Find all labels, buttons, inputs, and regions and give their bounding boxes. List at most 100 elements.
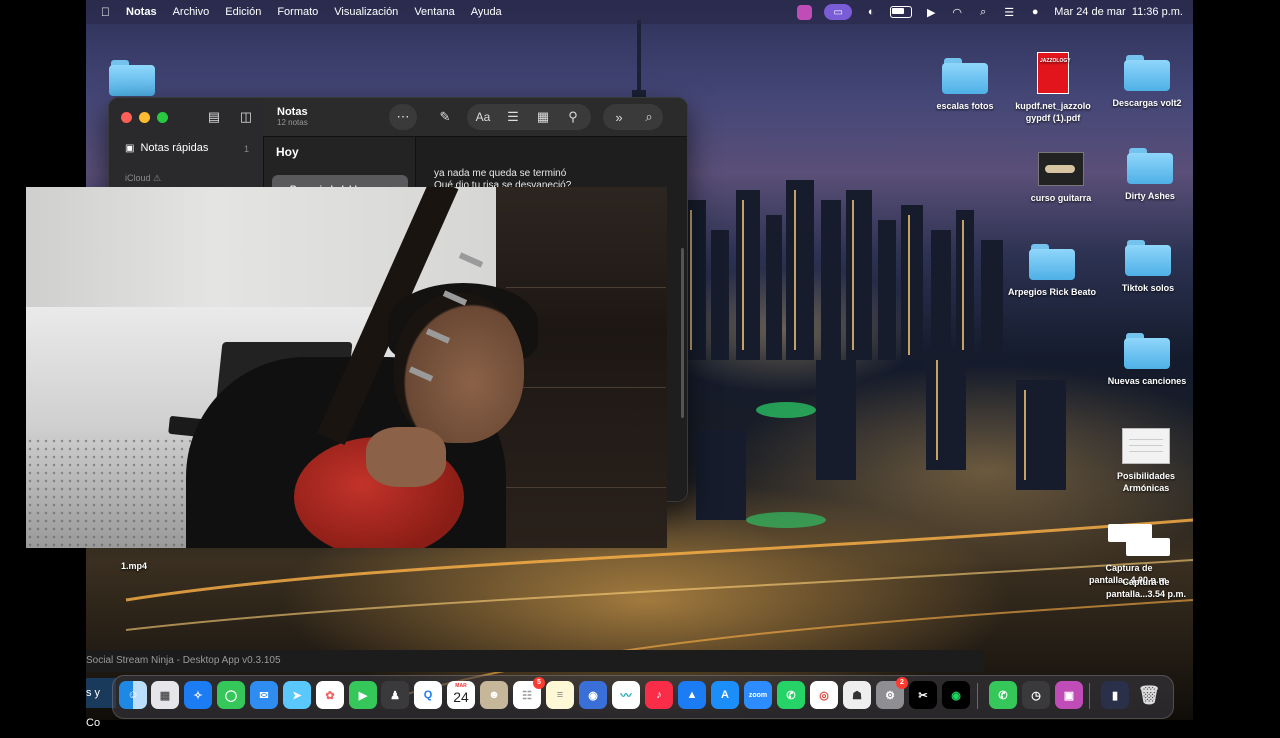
- dock-capcut[interactable]: ✂: [909, 681, 937, 709]
- desktop-item-mp4-label[interactable]: 1.mp4: [121, 561, 147, 571]
- chevrons-right-icon[interactable]: »: [609, 107, 629, 127]
- safari-compass-icon: ✧: [193, 689, 203, 702]
- dock-trash[interactable]: 🗑: [1135, 681, 1163, 709]
- dock-app-disk[interactable]: ◉: [579, 681, 607, 709]
- sidebar-toggle-icon[interactable]: ◫: [236, 107, 256, 127]
- icloud-label: iCloud: [125, 173, 151, 183]
- folder-icon: [1029, 244, 1075, 280]
- menu-visualizacion[interactable]: Visualización: [334, 6, 398, 18]
- dock-reminders[interactable]: ☷ 5: [513, 677, 545, 709]
- spotlight-search-icon[interactable]: ⌕: [976, 5, 990, 19]
- dock-safari[interactable]: ✧: [184, 681, 212, 709]
- desktop-item-curso-guitarra[interactable]: curso guitarra: [1016, 152, 1106, 204]
- desktop-item-label: Dirty Ashes: [1125, 191, 1175, 201]
- dock-screen-recorder[interactable]: ◷: [1022, 681, 1050, 709]
- dock-app-q[interactable]: Q: [414, 681, 442, 709]
- attachment-icon[interactable]: ⚲: [563, 107, 583, 127]
- dock-chrome[interactable]: ◎: [810, 681, 838, 709]
- desktop-item-label: Captura de pantalla...3.54 p.m.: [1105, 577, 1187, 599]
- desktop-item-dirty-ashes[interactable]: Dirty Ashes: [1105, 148, 1195, 202]
- dock-separator: [977, 683, 978, 709]
- desktop-item-kupdf[interactable]: JAZZOLOGY kupdf.net_jazzolo gypdf (1).pd…: [1008, 52, 1098, 124]
- sidebar-item-quick-notes[interactable]: ▣ Notas rápidas: [125, 142, 208, 154]
- dock-messages[interactable]: ◯: [217, 681, 245, 709]
- dock-finder[interactable]: ☺: [119, 681, 147, 709]
- spotify-icon: ◉: [951, 689, 961, 702]
- new-folder-icon[interactable]: ▤: [204, 107, 224, 127]
- wifi-icon[interactable]: ◠: [950, 5, 964, 19]
- desktop-item-label: escalas fotos: [936, 101, 994, 111]
- dock-system-settings[interactable]: ⚙ 2: [876, 677, 908, 709]
- menu-ayuda[interactable]: Ayuda: [471, 6, 502, 18]
- chrome-icon: ◎: [819, 689, 829, 702]
- folder-icon: [1124, 55, 1170, 91]
- desktop-item-posibilidades[interactable]: Posibilidades Armónicas: [1101, 428, 1191, 494]
- video-thumbnail-icon: [1038, 152, 1084, 186]
- control-center-icon[interactable]: ☰: [1002, 5, 1016, 19]
- dock-keynote[interactable]: ▲: [678, 681, 706, 709]
- dock-photos[interactable]: ✿: [316, 681, 344, 709]
- desktop-folder-partial[interactable]: [86, 60, 178, 102]
- menu-ventana[interactable]: Ventana: [414, 6, 454, 18]
- text-format-icon[interactable]: Aa: [473, 107, 493, 127]
- dock-freeform[interactable]: 〰: [612, 681, 640, 709]
- dock-notes[interactable]: ≡: [546, 681, 574, 709]
- apple-icon[interactable]: : [101, 5, 110, 19]
- search-icon[interactable]: ⌕: [639, 107, 659, 127]
- more-options-icon[interactable]: ⋯: [393, 107, 413, 127]
- play-icon[interactable]: ▶: [924, 5, 938, 19]
- screenshot-thumbnail-icon: [1126, 538, 1170, 556]
- desktop-item-escalas-fotos[interactable]: escalas fotos: [920, 58, 1010, 112]
- robot-icon: ☗: [852, 689, 862, 702]
- dock-phone[interactable]: ✆: [989, 681, 1017, 709]
- battery-icon[interactable]: [890, 6, 913, 18]
- menu-bar:  Notas Archivo Edición Formato Visualiz…: [86, 0, 1193, 24]
- dock-app-alien[interactable]: ♟: [381, 681, 409, 709]
- desktop-item-tiktok[interactable]: Tiktok solos: [1103, 240, 1193, 294]
- desktop-item-descargas[interactable]: Descargas volt2: [1102, 55, 1192, 109]
- dock-app-robot[interactable]: ☗: [843, 681, 871, 709]
- dock-maps[interactable]: ➤: [283, 681, 311, 709]
- zoom-button[interactable]: [157, 112, 168, 123]
- compose-icon[interactable]: ✎: [435, 107, 455, 127]
- dock-zoom[interactable]: zoom: [744, 681, 772, 709]
- menu-app-name[interactable]: Notas: [126, 6, 157, 18]
- menu-archivo[interactable]: Archivo: [173, 6, 210, 18]
- folder-icon: [109, 60, 155, 96]
- dock-calendar[interactable]: MAR 24: [447, 681, 475, 709]
- dock-spotify[interactable]: ◉: [942, 681, 970, 709]
- app-title-bar[interactable]: Social Stream Ninja - Desktop App v0.3.1…: [86, 650, 984, 672]
- desktop-item-captura-2[interactable]: Captura de pantalla...3.54 p.m.: [1100, 576, 1192, 600]
- menu-datetime[interactable]: Mar 24 de mar 11:36 p.m.: [1054, 6, 1183, 18]
- desktop-item-nuevas-canciones[interactable]: Nuevas canciones: [1102, 333, 1192, 387]
- dock-whatsapp[interactable]: ✆: [777, 681, 805, 709]
- dock-mail[interactable]: ✉: [250, 681, 278, 709]
- menu-edicion[interactable]: Edición: [225, 6, 261, 18]
- warning-icon: ⚠: [153, 173, 162, 183]
- dock-launchpad[interactable]: ▦: [151, 681, 179, 709]
- menu-formato[interactable]: Formato: [277, 6, 318, 18]
- finder-icon: ☺: [127, 689, 139, 701]
- webcam-person-hand: [366, 427, 446, 487]
- editor-scrollbar[interactable]: [681, 248, 684, 418]
- launchpad-icon: ▦: [159, 689, 171, 702]
- dock-contacts[interactable]: ☻: [480, 681, 508, 709]
- status-app-icon[interactable]: [797, 4, 813, 20]
- dock-downloads-stack[interactable]: ▮: [1101, 681, 1129, 709]
- dock-music[interactable]: ♪: [645, 681, 673, 709]
- checklist-icon[interactable]: ☰: [503, 107, 523, 127]
- siri-icon[interactable]: ●: [1028, 5, 1042, 19]
- desktop-item-arpegios[interactable]: Arpegios Rick Beato: [1007, 244, 1097, 298]
- folder-icon: [1124, 333, 1170, 369]
- screen-recording-icon[interactable]: ▭: [824, 4, 853, 20]
- dock-app-store[interactable]: A: [711, 681, 739, 709]
- minimize-button[interactable]: [139, 112, 150, 123]
- table-icon[interactable]: ▦: [533, 107, 553, 127]
- dock-facetime[interactable]: ▶: [349, 681, 377, 709]
- dock-app-purple[interactable]: ▣: [1055, 681, 1083, 709]
- maps-icon: ➤: [292, 689, 302, 702]
- q-circle-icon: Q: [423, 689, 433, 701]
- close-button[interactable]: [121, 112, 132, 123]
- status-circle-icon[interactable]: ◐: [864, 5, 878, 19]
- desktop-item-label: Descargas volt2: [1112, 98, 1182, 108]
